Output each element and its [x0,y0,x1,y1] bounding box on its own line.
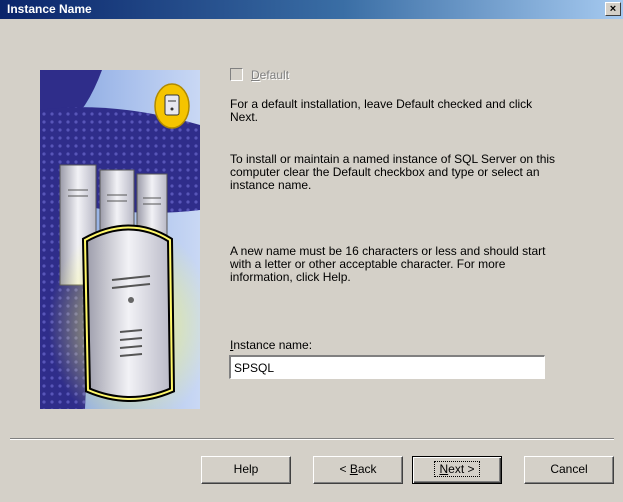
name-rules-text: A new name must be 16 characters or less… [230,244,546,284]
close-icon: × [609,3,617,15]
sql-server-computers-illustration [40,70,200,409]
server-badge-icon [154,83,190,129]
instance-name-input[interactable] [229,355,545,379]
back-button[interactable]: < Back [313,456,403,484]
default-checkbox[interactable] [230,68,243,81]
setup-illustration [40,70,200,409]
title-bar: Instance Name × [0,0,623,19]
cancel-button[interactable]: Cancel [524,456,614,484]
default-checkbox-label: Default [251,68,290,82]
next-button[interactable]: Next > [412,456,502,484]
instance-name-label: Instance name: [230,338,313,352]
window-title: Instance Name [7,2,92,16]
named-instance-text: To install or maintain a named instance … [230,152,556,192]
divider [10,438,614,440]
close-button[interactable]: × [605,2,621,16]
default-install-text: For a default installation, leave Defaul… [230,97,533,124]
help-button[interactable]: Help [201,456,291,484]
